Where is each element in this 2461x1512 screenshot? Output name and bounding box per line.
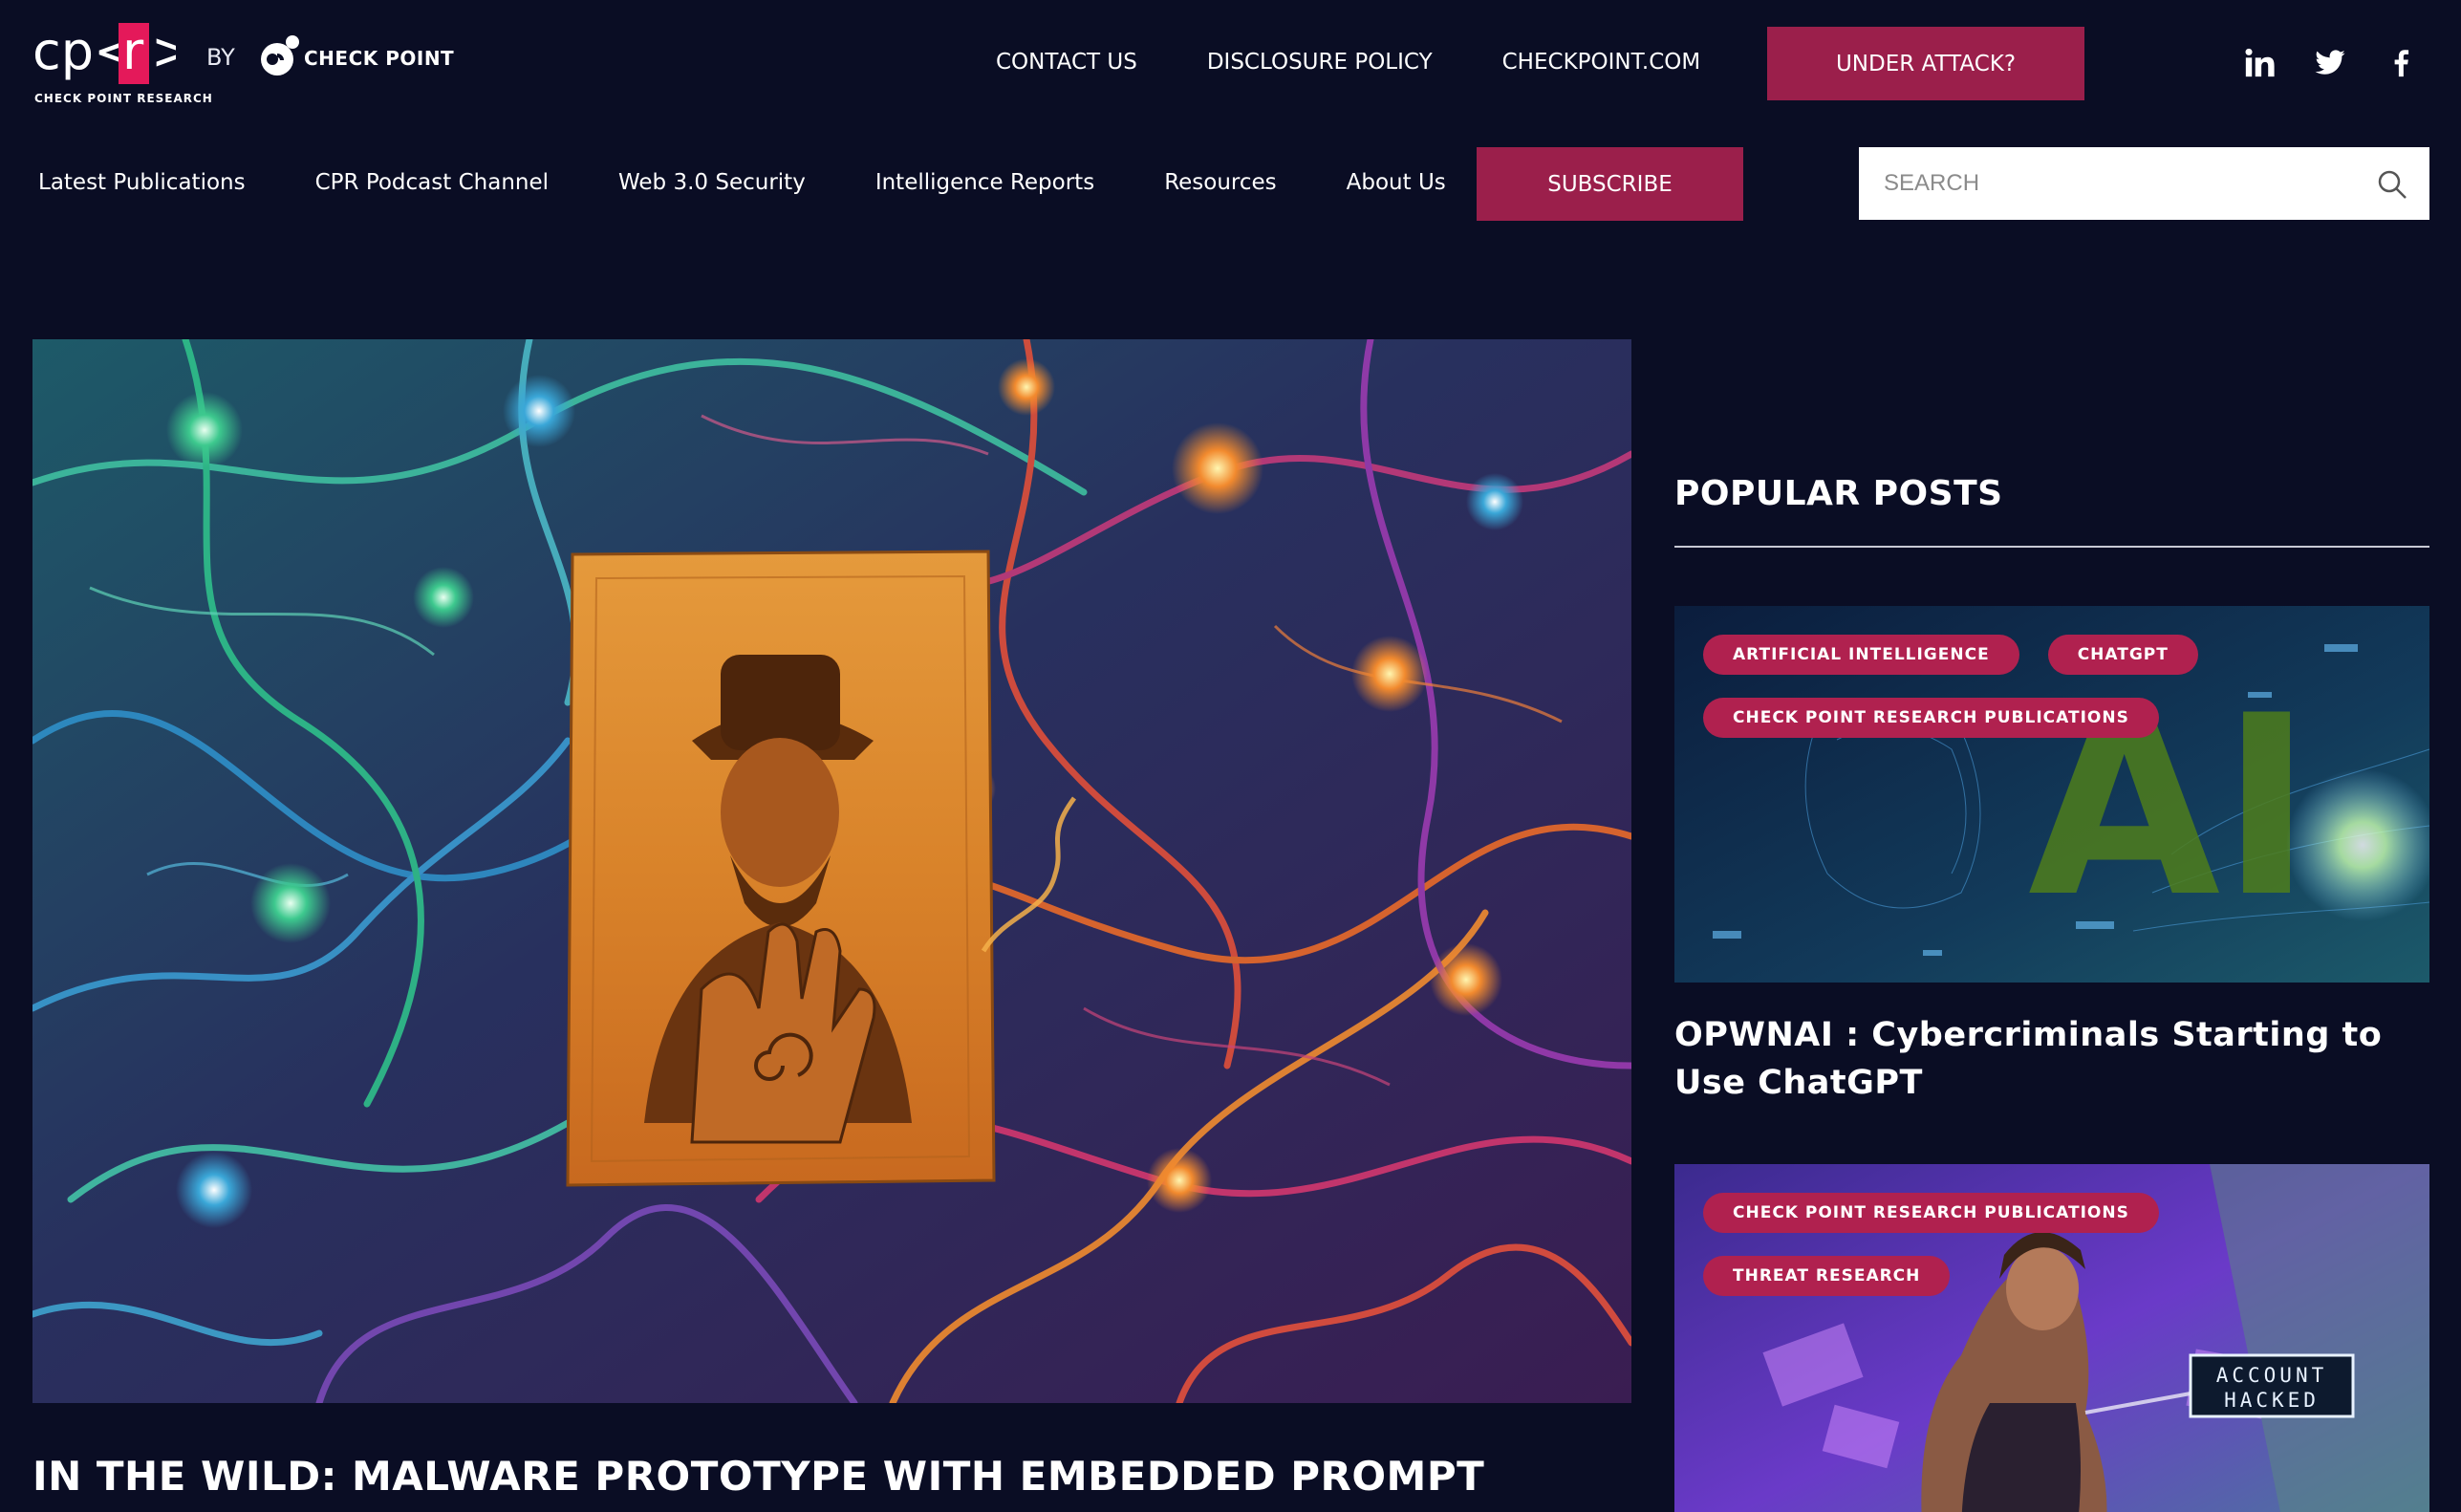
top-link-disclosure-policy[interactable]: DISCLOSURE POLICY [1207, 50, 1433, 75]
top-links: CONTACT US DISCLOSURE POLICY CHECKPOINT.… [996, 50, 1770, 75]
tag-artificial-intelligence[interactable]: ARTIFICIAL INTELLIGENCE [1703, 635, 2019, 675]
nav-item-cpr-podcast-channel[interactable]: CPR Podcast Channel [315, 170, 549, 195]
cpr-logo-mark: cp< r > [32, 21, 176, 84]
linkedin-icon[interactable] [2242, 46, 2277, 80]
facebook-icon[interactable] [2384, 46, 2418, 80]
popular-posts-divider [1674, 546, 2429, 548]
popular-posts-heading: POPULAR POSTS [1674, 474, 2003, 513]
nav-item-web3-security[interactable]: Web 3.0 Security [618, 170, 806, 195]
svg-text:HACKED: HACKED [2224, 1389, 2320, 1412]
hero-image[interactable] [32, 339, 1631, 1403]
social-links [2242, 46, 2418, 80]
popular-post-card[interactable]: ACCOUNT HACKED CHECK POINT RESEARCH PUBL… [1674, 1164, 2429, 1512]
post-tags: CHECK POINT RESEARCH PUBLICATIONS THREAT… [1703, 1193, 2401, 1296]
tag-threat-research[interactable]: THREAT RESEARCH [1703, 1256, 1951, 1296]
account-hacked-text: ACCOUNT [2216, 1364, 2328, 1387]
search-input[interactable] [1859, 147, 2356, 220]
logo-subtitle: CHECK POINT RESEARCH [34, 92, 213, 105]
svg-text:>: > [151, 21, 176, 81]
post-thumbnail[interactable]: ACCOUNT HACKED CHECK POINT RESEARCH PUBL… [1674, 1164, 2429, 1512]
tag-chatgpt[interactable]: CHATGPT [2047, 635, 2198, 675]
checkpoint-logo-text: CHECK POINT [304, 47, 455, 70]
nav-item-intelligence-reports[interactable]: Intelligence Reports [875, 170, 1094, 195]
search-box [1859, 147, 2429, 220]
tag-check-point-research-publications[interactable]: CHECK POINT RESEARCH PUBLICATIONS [1703, 1193, 2159, 1233]
post-thumbnail[interactable]: AI ARTIFICIAL INTELLIGENCE CHATGPT CHECK… [1674, 606, 2429, 983]
hero-title[interactable]: IN THE WILD: MALWARE PROTOTYPE WITH EMBE… [32, 1453, 1484, 1500]
post-title[interactable]: OPWNAI : Cybercriminals Starting to Use … [1674, 1011, 2429, 1107]
twitter-icon[interactable] [2313, 46, 2347, 80]
by-label: BY [206, 44, 235, 71]
hero-neuron-illustration [32, 339, 1631, 1403]
top-link-checkpoint-com[interactable]: CHECKPOINT.COM [1502, 50, 1701, 75]
post-tags: ARTIFICIAL INTELLIGENCE CHATGPT CHECK PO… [1703, 635, 2401, 738]
top-link-contact-us[interactable]: CONTACT US [996, 50, 1137, 75]
subscribe-button[interactable]: SUBSCRIBE [1477, 147, 1743, 221]
tag-check-point-research-publications[interactable]: CHECK POINT RESEARCH PUBLICATIONS [1703, 698, 2159, 738]
cpr-logo[interactable]: cp< r > CHECK POINT RESEARCH [32, 21, 212, 112]
nav-item-latest-publications[interactable]: Latest Publications [38, 170, 246, 195]
popular-post-card[interactable]: AI ARTIFICIAL INTELLIGENCE CHATGPT CHECK… [1674, 606, 2429, 1107]
checkpoint-logo[interactable]: CHECK POINT [258, 32, 454, 78]
search-icon[interactable] [2376, 168, 2408, 201]
svg-text:r: r [122, 21, 144, 81]
nav-item-resources[interactable]: Resources [1164, 170, 1276, 195]
under-attack-button[interactable]: UNDER ATTACK? [1767, 27, 2084, 100]
checkpoint-logo-icon [261, 35, 299, 76]
nav-item-about-us[interactable]: About Us [1347, 170, 1446, 195]
main-nav: Latest Publications CPR Podcast Channel … [38, 170, 1516, 195]
